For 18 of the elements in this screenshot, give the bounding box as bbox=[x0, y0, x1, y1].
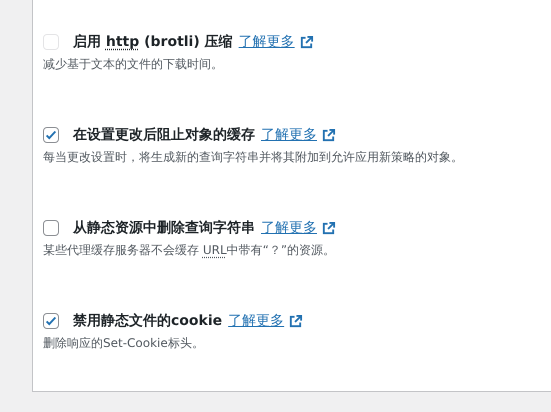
checkbox[interactable] bbox=[43, 313, 59, 329]
option-description: 每当更改设置时，将生成新的查询字符串并将其附加到允许应用新策略的对象。 bbox=[43, 149, 464, 166]
option-description: 删除响应的Set-Cookie标头。 bbox=[43, 335, 205, 352]
learn-more-link[interactable]: 了解更多 bbox=[261, 126, 317, 144]
option-label: 禁用静态文件的cookie bbox=[73, 312, 222, 330]
learn-more-link[interactable]: 了解更多 bbox=[228, 312, 284, 330]
option-description: 减少基于文本的文件的下载时间。 bbox=[43, 56, 224, 73]
checkbox[interactable] bbox=[43, 220, 59, 236]
option-label: 在设置更改后阻止对象的缓存 bbox=[73, 126, 255, 144]
external-link-icon bbox=[321, 128, 336, 142]
external-link-icon bbox=[321, 220, 336, 236]
option-label: 启用 http (brotli) 压缩 bbox=[73, 33, 233, 51]
checkbox[interactable] bbox=[43, 127, 59, 143]
option-description: 某些代理缓存服务器不会缓存 URL中带有“？”的资源。 bbox=[43, 242, 336, 259]
external-link-icon bbox=[288, 314, 304, 328]
learn-more-link[interactable]: 了解更多 bbox=[261, 219, 317, 237]
option-label: 从静态资源中删除查询字符串 bbox=[73, 219, 255, 237]
external-link-icon bbox=[298, 34, 314, 50]
